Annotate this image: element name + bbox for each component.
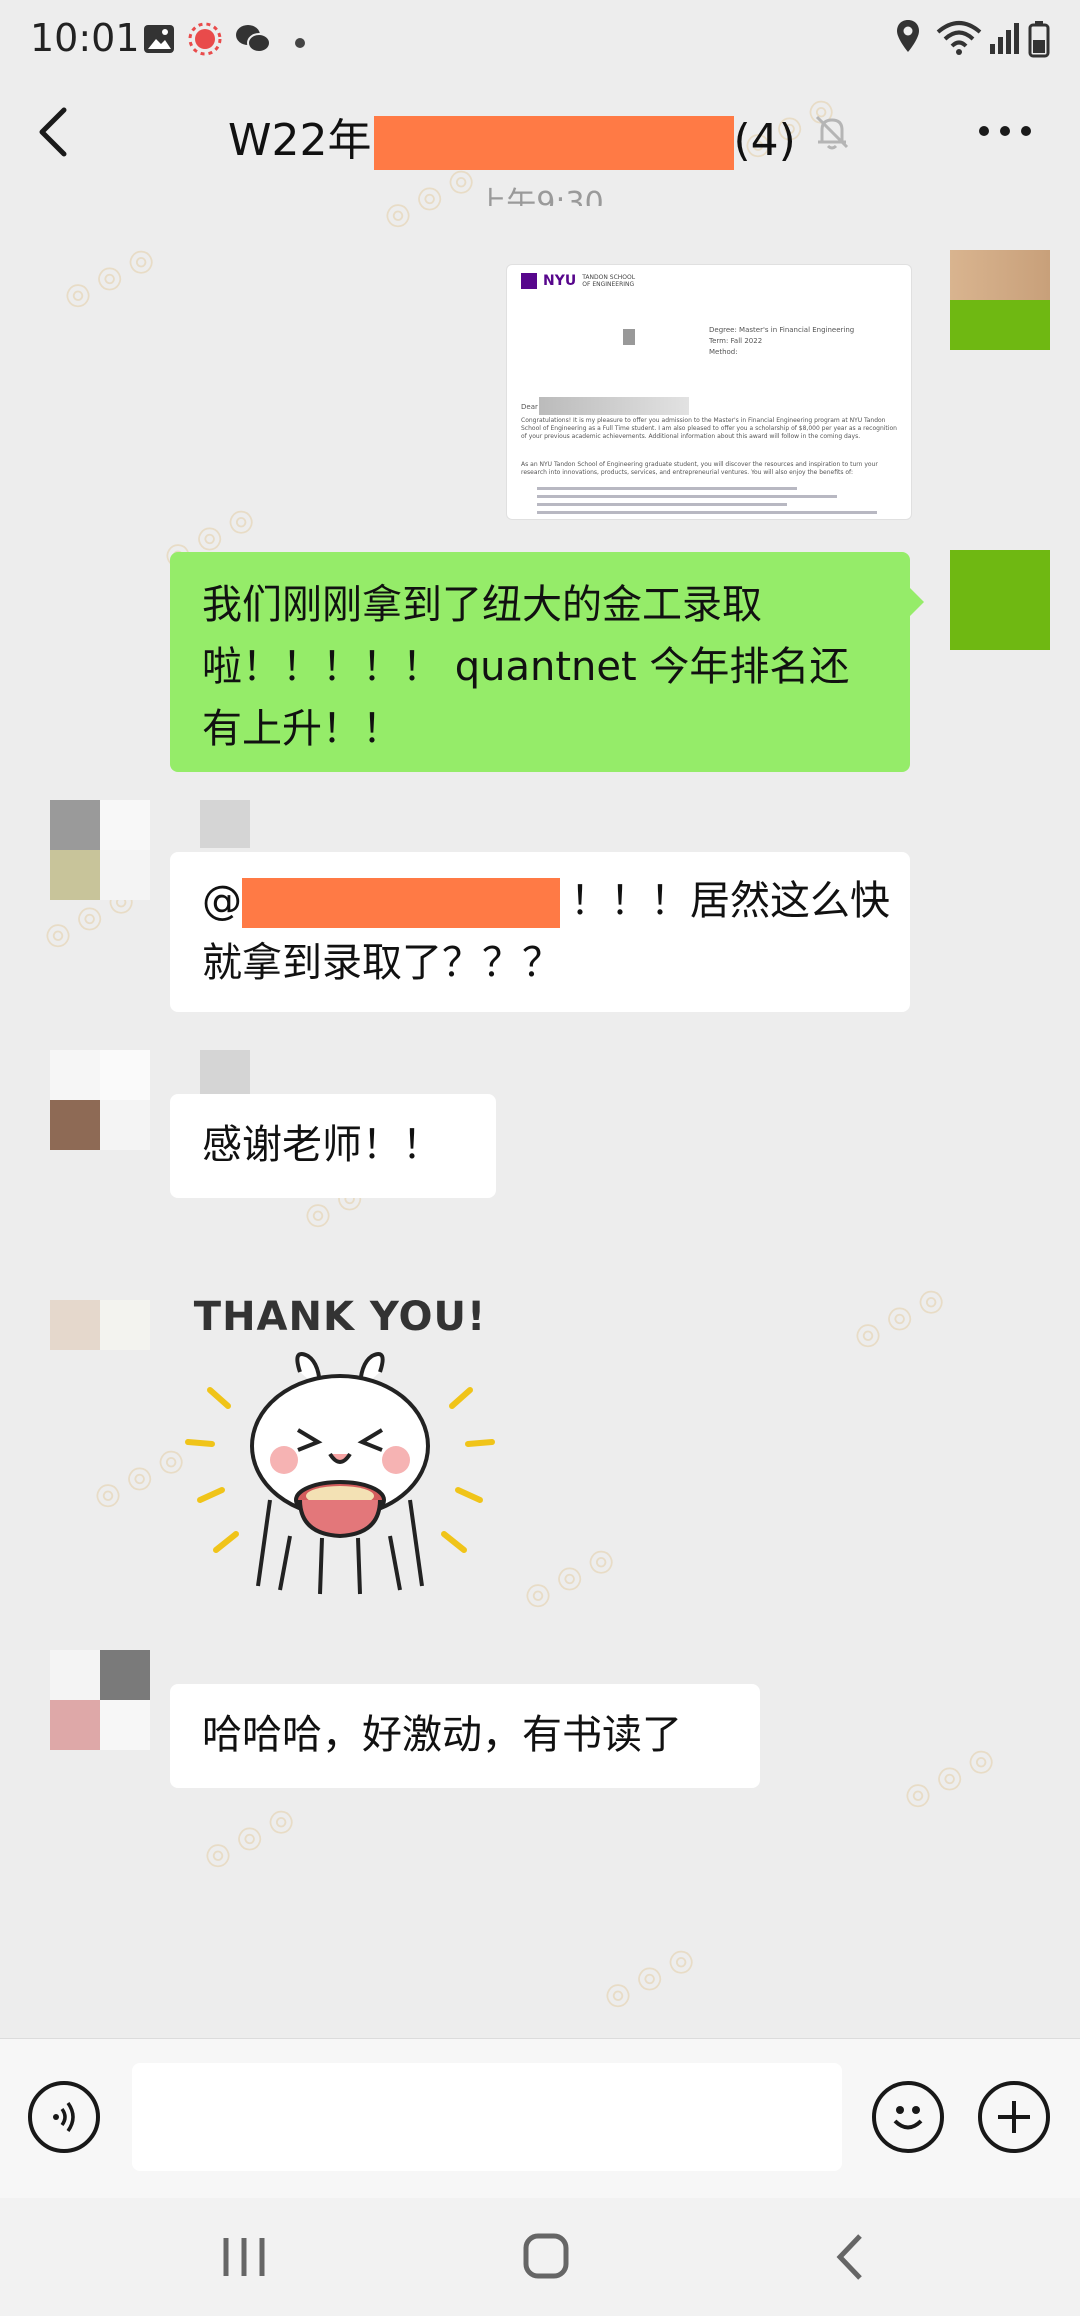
signal-icon — [988, 20, 1020, 60]
wechat-icon — [234, 22, 272, 60]
redaction-block — [373, 116, 734, 170]
bell-off-icon — [812, 112, 852, 156]
recent-apps-icon[interactable] — [220, 2234, 268, 2284]
wifi-icon — [936, 20, 982, 60]
member-avatar[interactable] — [50, 1650, 150, 1750]
emoji-icon[interactable] — [872, 2081, 944, 2153]
thank-you-sticker[interactable]: THANK YOU! — [180, 1290, 500, 1610]
chat-member-count: (4) — [733, 115, 796, 166]
own-message-bubble[interactable]: 我们刚刚拿到了纽大的金工录取啦！！！！！ quantnet 今年排名还有上升！！ — [170, 552, 924, 772]
member-avatar[interactable] — [50, 800, 150, 900]
letter-method: Method: — [709, 348, 738, 356]
sticker-caption: THANK YOU! — [193, 1294, 487, 1340]
mention-at: @ — [202, 878, 242, 924]
sender-name-blur — [200, 1050, 250, 1098]
reply-message-bubble[interactable]: 感谢老师！！ — [170, 1094, 496, 1198]
reply-message-bubble[interactable]: 哈哈哈，好激动，有书读了 — [170, 1684, 760, 1788]
reply-message-text: 感谢老师！！ — [202, 1122, 442, 1168]
reply-message-bubble[interactable]: @ ！！！居然这么快就拿到录取了？？？ — [170, 852, 910, 1012]
chevron-left-icon[interactable] — [34, 104, 74, 164]
letter-body-1: Congratulations! It is my pleasure to of… — [521, 417, 897, 440]
reply-message-text: 哈哈哈，好激动，有书读了 — [202, 1712, 682, 1758]
member-avatar[interactable] — [50, 1300, 150, 1400]
status-time: 10:01 — [30, 16, 140, 60]
weibo-icon — [188, 22, 222, 60]
nyu-logo-icon — [521, 273, 537, 289]
home-icon[interactable] — [522, 2232, 570, 2284]
school-name: TANDON SCHOOL OF ENGINEERING — [582, 274, 636, 288]
letter-term: Term: Fall 2022 — [709, 337, 763, 345]
admission-letter-image[interactable]: NYU TANDON SCHOOL OF ENGINEERING Degree:… — [506, 264, 912, 520]
battery-icon — [1028, 20, 1050, 62]
letter-degree: Degree: Master's in Financial Engineerin… — [709, 326, 855, 334]
member-avatar[interactable] — [50, 1050, 150, 1150]
more-dots-icon[interactable] — [978, 122, 1032, 141]
own-message-text: 我们刚刚拿到了纽大的金工录取啦！！！！！ quantnet 今年排名还有上升！！ — [202, 582, 850, 752]
mention-redaction — [242, 878, 560, 928]
chat-title: W22年 (4) — [228, 104, 796, 170]
system-navigation-bar — [0, 2198, 1080, 2316]
notification-dot-icon — [294, 34, 306, 53]
letter-body-2: As an NYU Tandon School of Engineering g… — [521, 461, 878, 476]
chat-title-prefix: W22年 — [228, 115, 372, 166]
sender-name-blur — [200, 800, 250, 848]
voice-icon[interactable] — [28, 2081, 100, 2153]
chat-header: W22年 (4) — [0, 84, 1080, 180]
location-icon — [894, 18, 922, 60]
status-bar: 10:01 — [0, 0, 1080, 84]
message-input-bar — [0, 2038, 1080, 2199]
own-avatar[interactable] — [950, 550, 1050, 650]
gallery-icon — [142, 22, 176, 60]
letter-salutation: Dear — [521, 403, 538, 411]
bunny-icon — [185, 1352, 495, 1595]
plus-icon[interactable] — [978, 2081, 1050, 2153]
nyu-logo-text: NYU — [543, 273, 577, 289]
message-timestamp: 上午9:30 — [476, 186, 604, 206]
message-input[interactable] — [132, 2063, 842, 2171]
back-nav-icon[interactable] — [832, 2232, 866, 2286]
letter-blur — [623, 329, 635, 345]
own-avatar[interactable] — [950, 250, 1050, 350]
letter-name-blur — [539, 397, 689, 415]
